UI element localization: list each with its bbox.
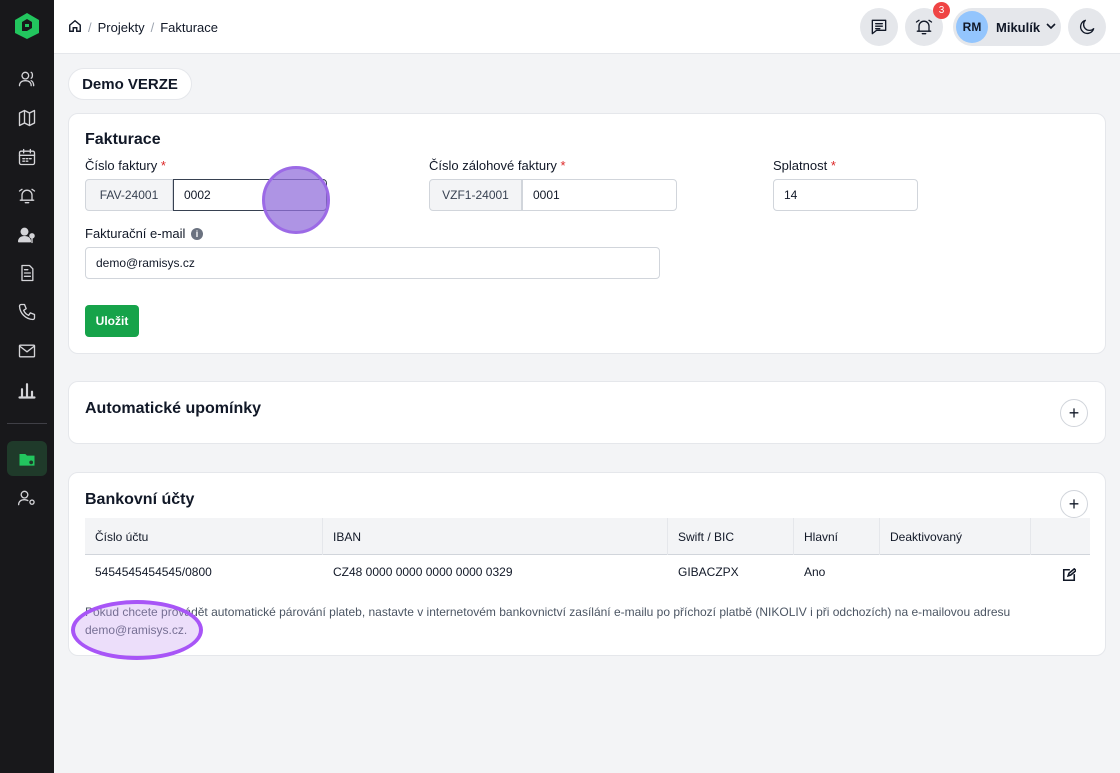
sidebar xyxy=(0,0,54,773)
chevron-down-icon xyxy=(1040,18,1056,36)
chat-button[interactable] xyxy=(860,8,898,46)
user-settings-icon[interactable] xyxy=(16,487,38,509)
invoice-number-label: Číslo faktury * xyxy=(85,158,166,173)
sidebar-divider xyxy=(7,423,47,424)
highlight-ellipse xyxy=(71,600,203,660)
column-header-iban[interactable]: IBAN xyxy=(323,518,668,555)
user-key-icon[interactable] xyxy=(16,224,38,246)
notification-badge: 3 xyxy=(933,2,950,19)
column-header-main[interactable]: Hlavní xyxy=(794,518,880,555)
due-days-input[interactable]: 14 xyxy=(773,179,918,211)
invoice-prefix: FAV-24001 xyxy=(85,179,173,211)
column-header-swift[interactable]: Swift / BIC xyxy=(668,518,794,555)
bank-accounts-card: Bankovní účty + Číslo účtu IBAN Swift / … xyxy=(68,472,1106,656)
breadcrumb: / Projekty / Fakturace xyxy=(68,19,218,36)
bank-accounts-title: Bankovní účty xyxy=(85,491,195,508)
users-icon[interactable] xyxy=(16,68,38,90)
bar-chart-icon[interactable] xyxy=(16,379,38,401)
reminders-card: Automatické upomínky + xyxy=(68,381,1106,444)
theme-toggle-button[interactable] xyxy=(1068,8,1106,46)
add-reminder-button[interactable]: + xyxy=(1060,399,1088,427)
breadcrumb-projects[interactable]: Projekty xyxy=(98,20,145,35)
project-settings-icon[interactable] xyxy=(7,441,47,476)
moon-icon xyxy=(1079,19,1095,35)
column-header-account[interactable]: Číslo účtu xyxy=(85,518,323,555)
app-logo-icon[interactable] xyxy=(14,12,40,40)
advance-invoice-label: Číslo zálohové faktury * xyxy=(429,158,566,173)
phone-icon[interactable] xyxy=(16,301,38,323)
click-highlight-circle xyxy=(262,166,330,234)
alarm-icon[interactable] xyxy=(16,185,38,207)
breadcrumb-separator: / xyxy=(150,20,155,35)
invoicing-title: Fakturace xyxy=(85,131,161,148)
column-header-deactivated[interactable]: Deaktivovaný xyxy=(880,518,1031,555)
billing-email-input[interactable]: demo@ramisys.cz xyxy=(85,247,660,279)
user-name: Mikulík xyxy=(996,19,1041,35)
advance-invoice-prefix: VZF1-24001 xyxy=(429,179,522,211)
invoicing-card: Fakturace Číslo faktury * FAV-24001 0002… xyxy=(68,113,1106,354)
advance-invoice-input[interactable]: 0001 xyxy=(522,179,677,211)
plus-icon: + xyxy=(1068,493,1080,514)
table-header: Číslo účtu IBAN Swift / BIC Hlavní Deakt… xyxy=(85,518,1090,555)
billing-email-label: Fakturační e-mail xyxy=(85,226,186,241)
swift-cell: GIBACZPX xyxy=(678,565,739,579)
mail-icon[interactable] xyxy=(16,340,38,362)
document-icon[interactable] xyxy=(16,262,38,284)
account-number-cell: 5454545454545/0800 xyxy=(95,565,212,579)
user-menu-button[interactable]: RM Mikulík xyxy=(953,8,1061,46)
add-bank-account-button[interactable]: + xyxy=(1060,490,1088,518)
breadcrumb-current: Fakturace xyxy=(160,20,219,35)
map-icon[interactable] xyxy=(16,107,38,129)
alarm-bell-icon xyxy=(915,19,933,35)
plus-icon: + xyxy=(1068,402,1080,423)
edit-icon[interactable] xyxy=(1062,567,1078,582)
avatar: RM xyxy=(956,11,988,43)
chat-icon xyxy=(871,19,887,35)
home-icon[interactable] xyxy=(68,19,82,36)
save-button[interactable]: Uložit xyxy=(85,305,139,337)
due-label: Splatnost * xyxy=(773,158,836,173)
reminders-title: Automatické upomínky xyxy=(85,400,262,417)
breadcrumb-separator: / xyxy=(88,20,92,35)
iban-cell: CZ48 0000 0000 0000 0000 0329 xyxy=(333,565,513,579)
auto-pairing-note: Pokud chcete provádět automatické párová… xyxy=(85,605,1011,637)
project-name-chip[interactable]: Demo VERZE xyxy=(68,68,192,100)
calendar-icon[interactable] xyxy=(16,146,38,168)
main-cell: Ano xyxy=(804,565,826,579)
info-icon[interactable]: i xyxy=(191,228,203,240)
